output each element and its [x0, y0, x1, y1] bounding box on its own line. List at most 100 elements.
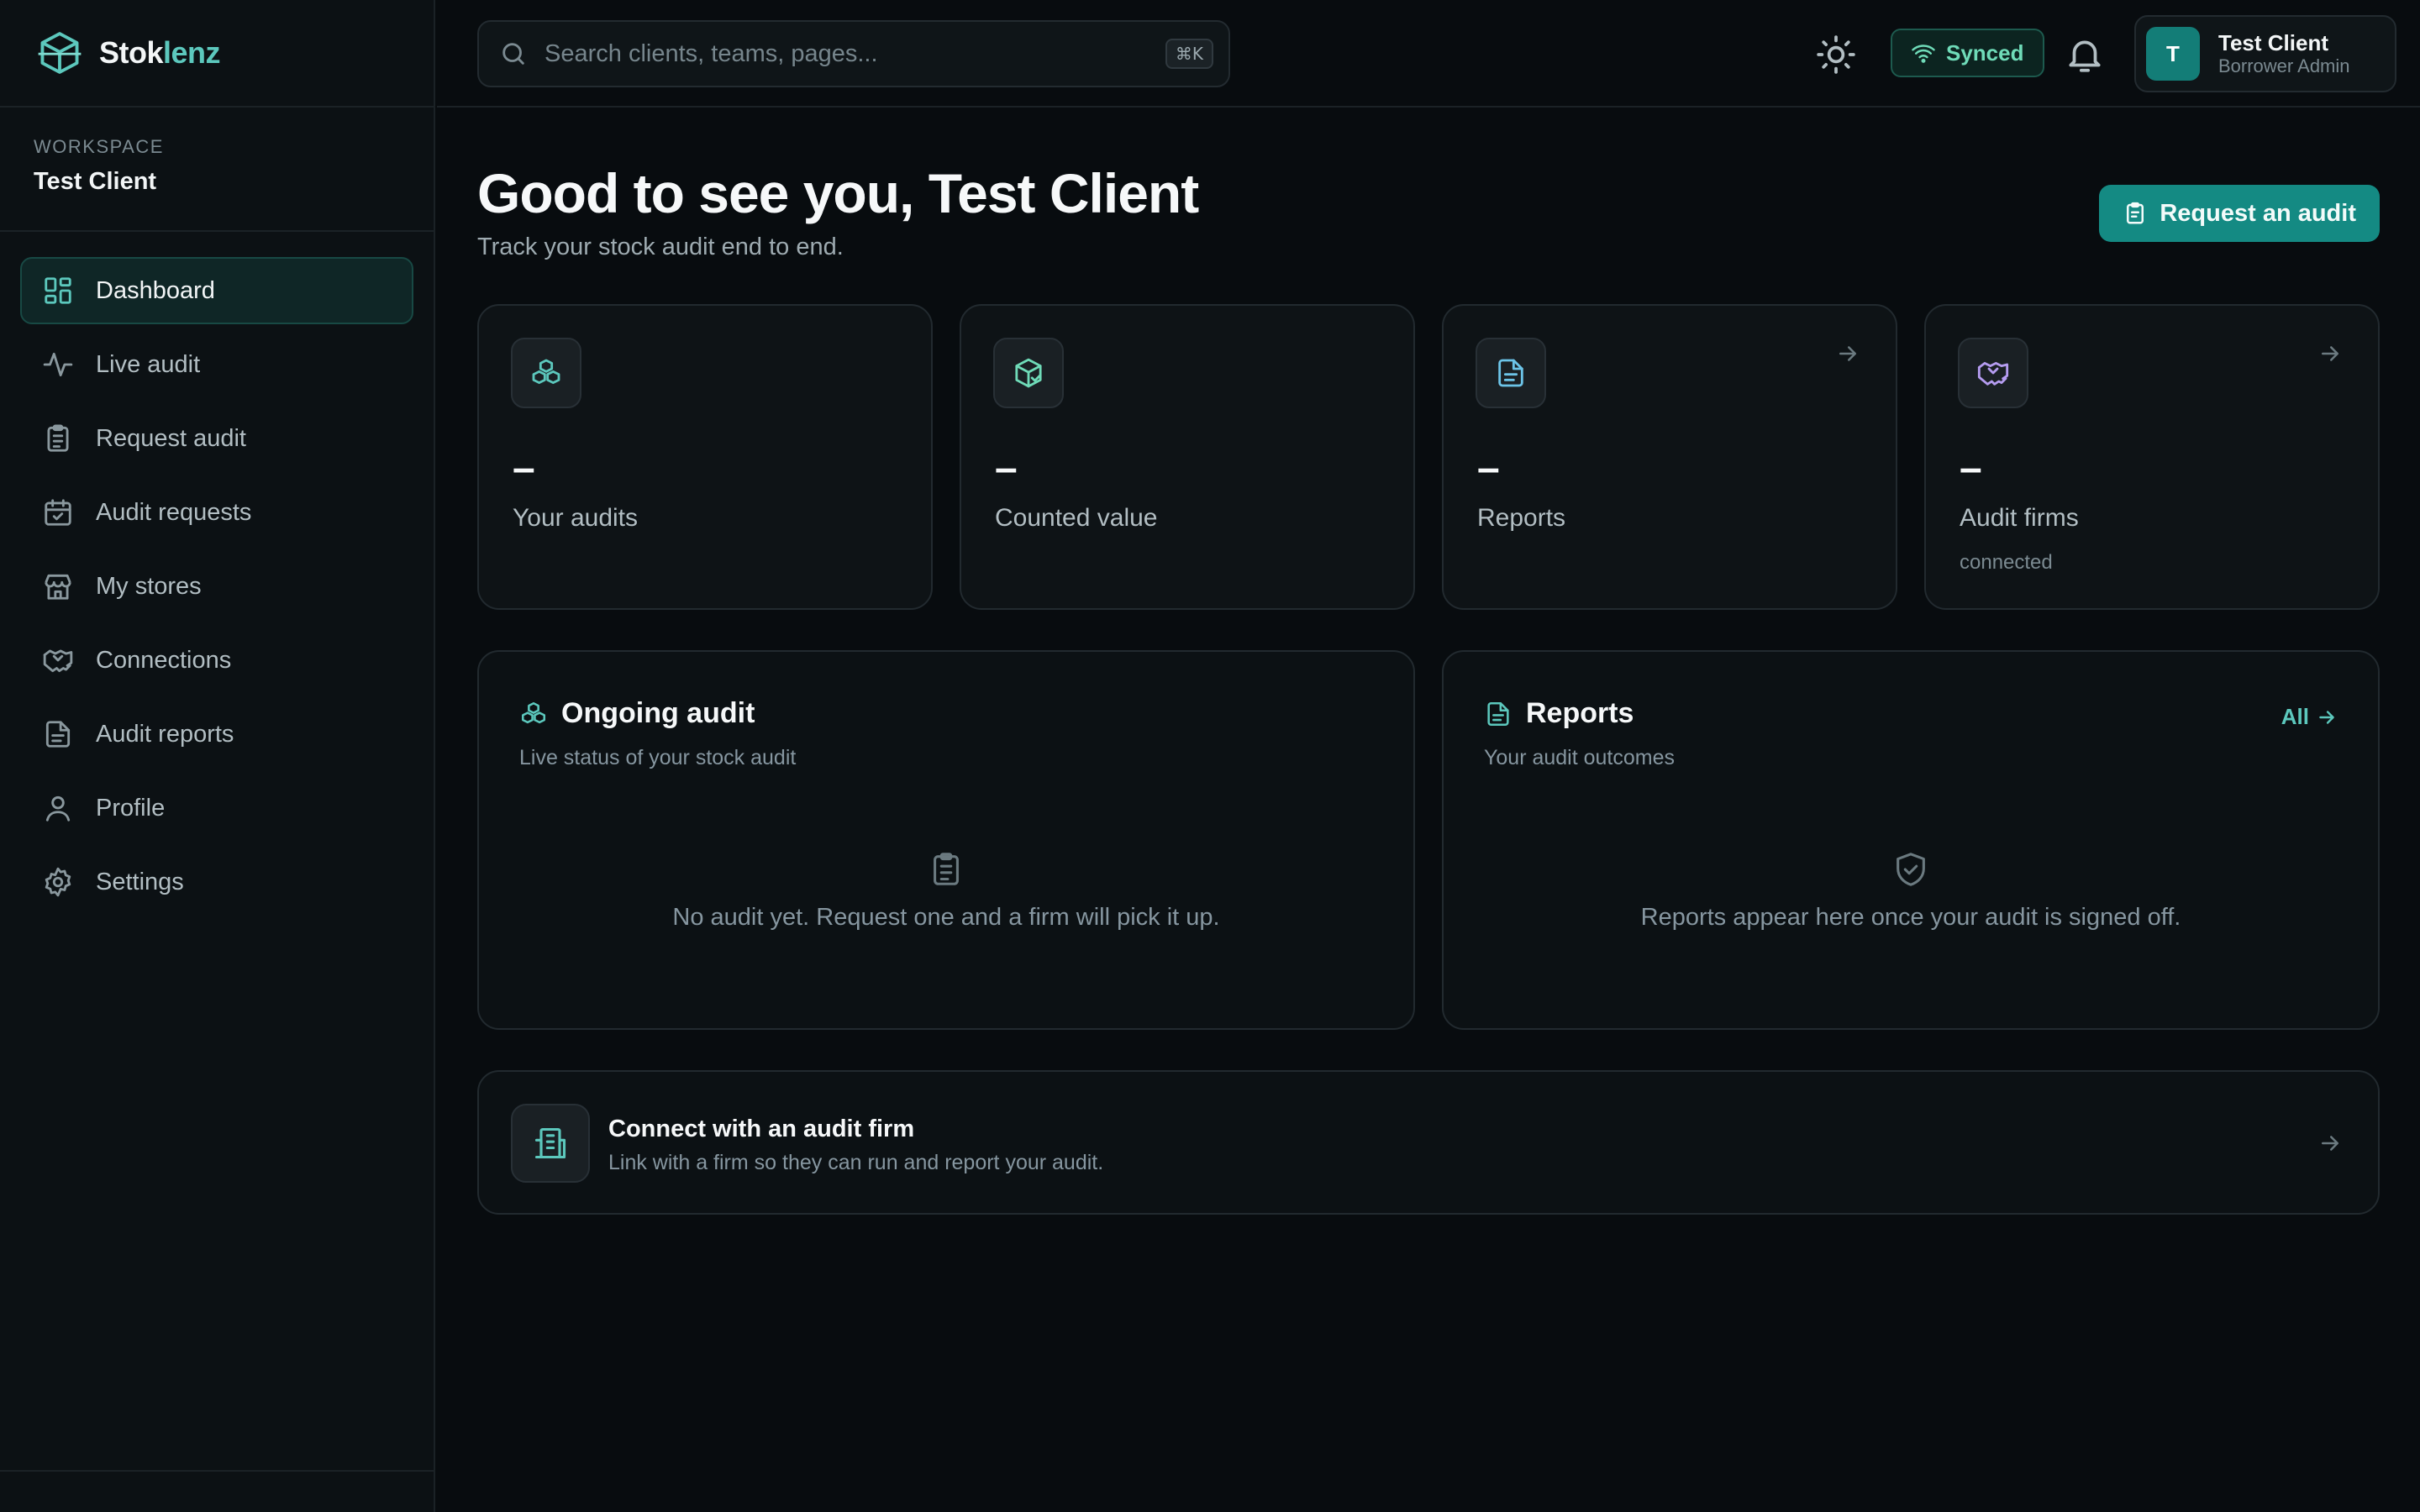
sidebar-item-label: Request audit [96, 424, 246, 452]
arrow-right-icon[interactable] [2317, 1131, 2343, 1156]
ongoing-audit-panel: Ongoing audit Live status of your stock … [477, 650, 1415, 1030]
connect-audit-firm-card[interactable]: Connect with an audit firm Link with a f… [477, 1070, 2380, 1215]
shield-check-icon [1897, 853, 1925, 886]
file-text-icon [1487, 701, 1509, 726]
arrow-right-icon[interactable] [2317, 341, 2343, 366]
stat-label: Counted value [995, 504, 1158, 532]
activity-pulse-icon [43, 352, 73, 377]
connect-title: Connect with an audit firm [608, 1116, 915, 1142]
sidebar-item-profile[interactable]: Profile [20, 774, 413, 842]
view-all-reports-link[interactable]: All [2281, 704, 2338, 730]
empty-state-text: No audit yet. Request one and a firm wil… [672, 904, 1220, 931]
view-all-label: All [2281, 704, 2309, 729]
brand[interactable]: Stoklenz [0, 0, 434, 108]
boxes-icon [521, 701, 546, 723]
request-audit-button[interactable]: Request an audit [2099, 185, 2380, 242]
stat-value: – [513, 446, 535, 491]
request-audit-label: Request an audit [2160, 199, 2356, 227]
stat-card-reports[interactable]: – Reports [1442, 304, 1897, 610]
page-subtitle: Track your stock audit end to end. [477, 234, 844, 260]
page-title: Good to see you, Test Client [477, 162, 1199, 224]
file-text-icon [1498, 359, 1523, 387]
stat-icon-box [993, 338, 1064, 408]
bell-icon[interactable] [2064, 34, 2106, 76]
user-name: Test Client [2218, 30, 2328, 55]
stat-icon-box [511, 338, 581, 408]
workspace: WORKSPACE Test Client [0, 108, 434, 232]
search-icon [502, 43, 524, 65]
sidebar-item-label: Audit requests [96, 498, 252, 526]
search-box[interactable]: ⌘K [477, 20, 1230, 87]
workspace-name: Test Client [34, 168, 157, 195]
stat-value: – [995, 446, 1018, 491]
brand-name: Stoklenz [99, 35, 221, 70]
sidebar-item-my-stores[interactable]: My stores [20, 553, 413, 620]
sidebar-item-label: My stores [96, 572, 202, 600]
sidebar-item-dashboard[interactable]: Dashboard [20, 257, 413, 324]
sidebar-item-label: Live audit [96, 350, 201, 378]
arrow-right-icon[interactable] [1835, 341, 1860, 366]
sidebar-item-connections[interactable]: Connections [20, 627, 413, 694]
clipboard-icon [2127, 202, 2144, 224]
panel-title: Reports [1526, 697, 1634, 729]
sync-status-label: Synced [1946, 39, 2024, 66]
user-menu[interactable]: T Test Client Borrower Admin [2134, 15, 2396, 92]
file-text-icon [45, 721, 71, 748]
user-info: Test Client Borrower Admin [2218, 30, 2350, 77]
stats-row: – Your audits – Counted value – Reports … [477, 304, 2380, 610]
stat-card-audit-firms[interactable]: – Audit firms connected [1924, 304, 2380, 610]
panel-subtitle: Your audit outcomes [1484, 746, 1676, 769]
stat-card-counted-value[interactable]: – Counted value [960, 304, 1415, 610]
connect-icon-box [511, 1104, 590, 1183]
gear-icon [45, 867, 71, 897]
workspace-label: WORKSPACE [34, 136, 164, 157]
wifi-icon [1912, 45, 1935, 63]
panel-title: Ongoing audit [561, 697, 755, 729]
sidebar-item-audit-reports[interactable]: Audit reports [20, 701, 413, 768]
search-shortcut-badge: ⌘K [1165, 39, 1213, 69]
stat-icon-box [1476, 338, 1546, 408]
sidebar-item-label: Profile [96, 794, 166, 822]
sidebar-item-label: Connections [96, 646, 232, 674]
stat-label: Audit firms [1960, 504, 2079, 532]
sidebar-item-label: Dashboard [96, 276, 215, 304]
sidebar-item-request-audit[interactable]: Request audit [20, 405, 413, 472]
stat-label: Your audits [513, 504, 639, 532]
stat-value: – [1960, 446, 1982, 491]
sidebar-item-label: Audit reports [96, 720, 234, 748]
building-icon [534, 1127, 566, 1159]
panel-header: Ongoing audit [519, 697, 755, 730]
user-role: Borrower Admin [2218, 55, 2350, 76]
sidebar-item-label: Settings [96, 868, 184, 895]
handshake-icon [1977, 361, 2009, 386]
arrow-right-icon [2319, 710, 2334, 724]
boxes-icon [532, 359, 560, 385]
store-icon [45, 574, 71, 600]
package-check-icon [1015, 358, 1042, 388]
calendar-check-icon [45, 499, 71, 526]
clipboard-list-icon [47, 424, 69, 452]
handshake-icon [43, 649, 73, 673]
stat-label: Reports [1477, 504, 1566, 532]
user-icon [45, 795, 71, 822]
stat-icon-box [1958, 338, 2028, 408]
dashboard-grid-icon [45, 277, 71, 304]
sidebar-footer-divider [0, 1470, 434, 1472]
sidebar-item-live-audit[interactable]: Live audit [20, 331, 413, 398]
logo-box-icon [38, 32, 82, 74]
sidebar: Stoklenz WORKSPACE Test Client Dashboard… [0, 0, 435, 1512]
sun-icon[interactable] [1815, 34, 1857, 76]
sidebar-nav: Dashboard Live audit Request audit Audit… [0, 232, 434, 948]
panel-subtitle: Live status of your stock audit [519, 746, 797, 769]
avatar: T [2146, 27, 2200, 81]
clipboard-list-icon [934, 853, 959, 885]
topbar: ⌘K Synced T Test Client Borrower Admin [437, 0, 2420, 108]
panel-header: Reports [1484, 697, 1634, 730]
search-input[interactable] [544, 39, 1165, 68]
sidebar-item-settings[interactable]: Settings [20, 848, 413, 916]
stat-card-your-audits[interactable]: – Your audits [477, 304, 933, 610]
sidebar-item-audit-requests[interactable]: Audit requests [20, 479, 413, 546]
reports-panel: Reports All Your audit outcomes Reports … [1442, 650, 2380, 1030]
empty-state-text: Reports appear here once your audit is s… [1640, 904, 2181, 931]
stat-value: – [1477, 446, 1500, 491]
